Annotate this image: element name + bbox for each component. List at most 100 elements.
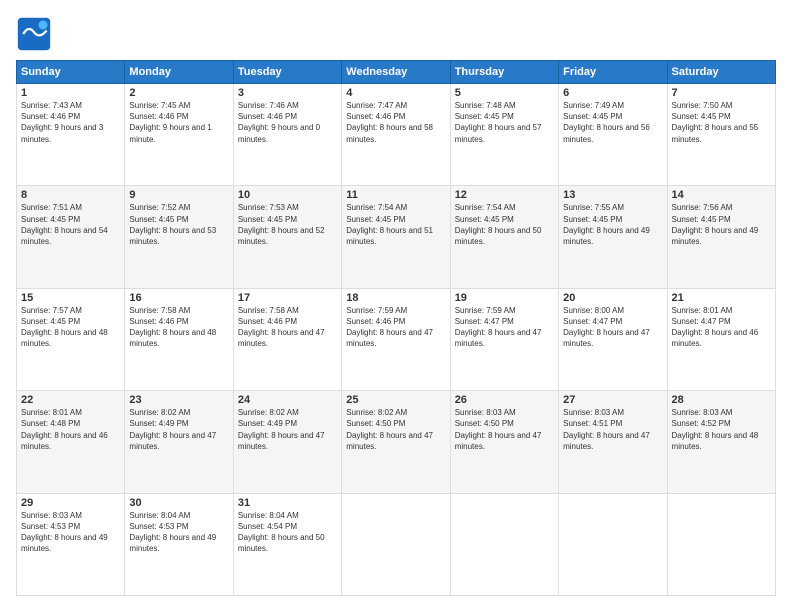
calendar-table: SundayMondayTuesdayWednesdayThursdayFrid… bbox=[16, 60, 776, 596]
day-info: Sunrise: 7:59 AMSunset: 4:46 PMDaylight:… bbox=[346, 305, 445, 350]
calendar-cell: 30 Sunrise: 8:04 AMSunset: 4:53 PMDaylig… bbox=[125, 493, 233, 595]
header bbox=[16, 16, 776, 52]
calendar-cell: 18 Sunrise: 7:59 AMSunset: 4:46 PMDaylig… bbox=[342, 288, 450, 390]
calendar-week-row: 29 Sunrise: 8:03 AMSunset: 4:53 PMDaylig… bbox=[17, 493, 776, 595]
calendar-header-thursday: Thursday bbox=[450, 61, 558, 84]
calendar-cell: 5 Sunrise: 7:48 AMSunset: 4:45 PMDayligh… bbox=[450, 84, 558, 186]
day-number: 10 bbox=[238, 189, 337, 201]
calendar-header-monday: Monday bbox=[125, 61, 233, 84]
logo bbox=[16, 16, 56, 52]
day-number: 30 bbox=[129, 497, 228, 509]
day-info: Sunrise: 8:04 AMSunset: 4:54 PMDaylight:… bbox=[238, 510, 337, 555]
day-info: Sunrise: 7:58 AMSunset: 4:46 PMDaylight:… bbox=[129, 305, 228, 350]
day-number: 31 bbox=[238, 497, 337, 509]
day-number: 23 bbox=[129, 394, 228, 406]
calendar-cell: 16 Sunrise: 7:58 AMSunset: 4:46 PMDaylig… bbox=[125, 288, 233, 390]
day-number: 22 bbox=[21, 394, 120, 406]
day-info: Sunrise: 8:03 AMSunset: 4:52 PMDaylight:… bbox=[672, 407, 771, 452]
day-number: 17 bbox=[238, 292, 337, 304]
day-info: Sunrise: 7:59 AMSunset: 4:47 PMDaylight:… bbox=[455, 305, 554, 350]
calendar-cell: 15 Sunrise: 7:57 AMSunset: 4:45 PMDaylig… bbox=[17, 288, 125, 390]
day-info: Sunrise: 7:50 AMSunset: 4:45 PMDaylight:… bbox=[672, 100, 771, 145]
calendar-cell: 17 Sunrise: 7:58 AMSunset: 4:46 PMDaylig… bbox=[233, 288, 341, 390]
calendar-cell: 6 Sunrise: 7:49 AMSunset: 4:45 PMDayligh… bbox=[559, 84, 667, 186]
day-number: 26 bbox=[455, 394, 554, 406]
day-number: 11 bbox=[346, 189, 445, 201]
calendar-cell: 4 Sunrise: 7:47 AMSunset: 4:46 PMDayligh… bbox=[342, 84, 450, 186]
day-info: Sunrise: 7:47 AMSunset: 4:46 PMDaylight:… bbox=[346, 100, 445, 145]
day-number: 9 bbox=[129, 189, 228, 201]
day-number: 14 bbox=[672, 189, 771, 201]
day-info: Sunrise: 8:03 AMSunset: 4:51 PMDaylight:… bbox=[563, 407, 662, 452]
page: SundayMondayTuesdayWednesdayThursdayFrid… bbox=[0, 0, 792, 612]
day-info: Sunrise: 7:54 AMSunset: 4:45 PMDaylight:… bbox=[346, 202, 445, 247]
calendar-week-row: 15 Sunrise: 7:57 AMSunset: 4:45 PMDaylig… bbox=[17, 288, 776, 390]
calendar-cell: 9 Sunrise: 7:52 AMSunset: 4:45 PMDayligh… bbox=[125, 186, 233, 288]
calendar-cell: 21 Sunrise: 8:01 AMSunset: 4:47 PMDaylig… bbox=[667, 288, 775, 390]
day-number: 20 bbox=[563, 292, 662, 304]
calendar-header-wednesday: Wednesday bbox=[342, 61, 450, 84]
day-info: Sunrise: 7:58 AMSunset: 4:46 PMDaylight:… bbox=[238, 305, 337, 350]
calendar-header-friday: Friday bbox=[559, 61, 667, 84]
calendar-cell: 14 Sunrise: 7:56 AMSunset: 4:45 PMDaylig… bbox=[667, 186, 775, 288]
calendar-header-row: SundayMondayTuesdayWednesdayThursdayFrid… bbox=[17, 61, 776, 84]
day-info: Sunrise: 7:48 AMSunset: 4:45 PMDaylight:… bbox=[455, 100, 554, 145]
day-number: 16 bbox=[129, 292, 228, 304]
day-info: Sunrise: 8:02 AMSunset: 4:49 PMDaylight:… bbox=[129, 407, 228, 452]
day-info: Sunrise: 8:04 AMSunset: 4:53 PMDaylight:… bbox=[129, 510, 228, 555]
day-number: 2 bbox=[129, 87, 228, 99]
calendar-cell: 13 Sunrise: 7:55 AMSunset: 4:45 PMDaylig… bbox=[559, 186, 667, 288]
day-info: Sunrise: 7:54 AMSunset: 4:45 PMDaylight:… bbox=[455, 202, 554, 247]
day-number: 24 bbox=[238, 394, 337, 406]
day-number: 15 bbox=[21, 292, 120, 304]
day-info: Sunrise: 8:01 AMSunset: 4:47 PMDaylight:… bbox=[672, 305, 771, 350]
day-number: 13 bbox=[563, 189, 662, 201]
calendar-cell: 22 Sunrise: 8:01 AMSunset: 4:48 PMDaylig… bbox=[17, 391, 125, 493]
day-info: Sunrise: 8:03 AMSunset: 4:53 PMDaylight:… bbox=[21, 510, 120, 555]
day-info: Sunrise: 8:00 AMSunset: 4:47 PMDaylight:… bbox=[563, 305, 662, 350]
day-number: 28 bbox=[672, 394, 771, 406]
calendar-cell: 27 Sunrise: 8:03 AMSunset: 4:51 PMDaylig… bbox=[559, 391, 667, 493]
day-info: Sunrise: 7:55 AMSunset: 4:45 PMDaylight:… bbox=[563, 202, 662, 247]
calendar-cell: 11 Sunrise: 7:54 AMSunset: 4:45 PMDaylig… bbox=[342, 186, 450, 288]
day-info: Sunrise: 7:57 AMSunset: 4:45 PMDaylight:… bbox=[21, 305, 120, 350]
day-info: Sunrise: 7:56 AMSunset: 4:45 PMDaylight:… bbox=[672, 202, 771, 247]
day-info: Sunrise: 7:43 AMSunset: 4:46 PMDaylight:… bbox=[21, 100, 120, 145]
day-number: 1 bbox=[21, 87, 120, 99]
calendar-cell bbox=[559, 493, 667, 595]
day-number: 3 bbox=[238, 87, 337, 99]
day-info: Sunrise: 7:53 AMSunset: 4:45 PMDaylight:… bbox=[238, 202, 337, 247]
calendar-cell: 28 Sunrise: 8:03 AMSunset: 4:52 PMDaylig… bbox=[667, 391, 775, 493]
calendar-cell: 10 Sunrise: 7:53 AMSunset: 4:45 PMDaylig… bbox=[233, 186, 341, 288]
calendar-cell: 19 Sunrise: 7:59 AMSunset: 4:47 PMDaylig… bbox=[450, 288, 558, 390]
day-number: 12 bbox=[455, 189, 554, 201]
calendar-cell: 2 Sunrise: 7:45 AMSunset: 4:46 PMDayligh… bbox=[125, 84, 233, 186]
day-number: 19 bbox=[455, 292, 554, 304]
calendar-cell bbox=[450, 493, 558, 595]
day-number: 5 bbox=[455, 87, 554, 99]
day-info: Sunrise: 7:52 AMSunset: 4:45 PMDaylight:… bbox=[129, 202, 228, 247]
calendar-cell bbox=[342, 493, 450, 595]
day-number: 27 bbox=[563, 394, 662, 406]
calendar-cell: 1 Sunrise: 7:43 AMSunset: 4:46 PMDayligh… bbox=[17, 84, 125, 186]
calendar-cell: 29 Sunrise: 8:03 AMSunset: 4:53 PMDaylig… bbox=[17, 493, 125, 595]
calendar-cell: 24 Sunrise: 8:02 AMSunset: 4:49 PMDaylig… bbox=[233, 391, 341, 493]
day-number: 21 bbox=[672, 292, 771, 304]
calendar-cell bbox=[667, 493, 775, 595]
calendar-header-saturday: Saturday bbox=[667, 61, 775, 84]
day-number: 29 bbox=[21, 497, 120, 509]
calendar-cell: 7 Sunrise: 7:50 AMSunset: 4:45 PMDayligh… bbox=[667, 84, 775, 186]
calendar-header-sunday: Sunday bbox=[17, 61, 125, 84]
calendar-cell: 12 Sunrise: 7:54 AMSunset: 4:45 PMDaylig… bbox=[450, 186, 558, 288]
calendar-cell: 3 Sunrise: 7:46 AMSunset: 4:46 PMDayligh… bbox=[233, 84, 341, 186]
day-number: 8 bbox=[21, 189, 120, 201]
calendar-header-tuesday: Tuesday bbox=[233, 61, 341, 84]
day-number: 25 bbox=[346, 394, 445, 406]
calendar-cell: 20 Sunrise: 8:00 AMSunset: 4:47 PMDaylig… bbox=[559, 288, 667, 390]
day-number: 6 bbox=[563, 87, 662, 99]
calendar-cell: 31 Sunrise: 8:04 AMSunset: 4:54 PMDaylig… bbox=[233, 493, 341, 595]
day-info: Sunrise: 7:49 AMSunset: 4:45 PMDaylight:… bbox=[563, 100, 662, 145]
day-info: Sunrise: 8:03 AMSunset: 4:50 PMDaylight:… bbox=[455, 407, 554, 452]
calendar-cell: 26 Sunrise: 8:03 AMSunset: 4:50 PMDaylig… bbox=[450, 391, 558, 493]
day-info: Sunrise: 8:02 AMSunset: 4:50 PMDaylight:… bbox=[346, 407, 445, 452]
